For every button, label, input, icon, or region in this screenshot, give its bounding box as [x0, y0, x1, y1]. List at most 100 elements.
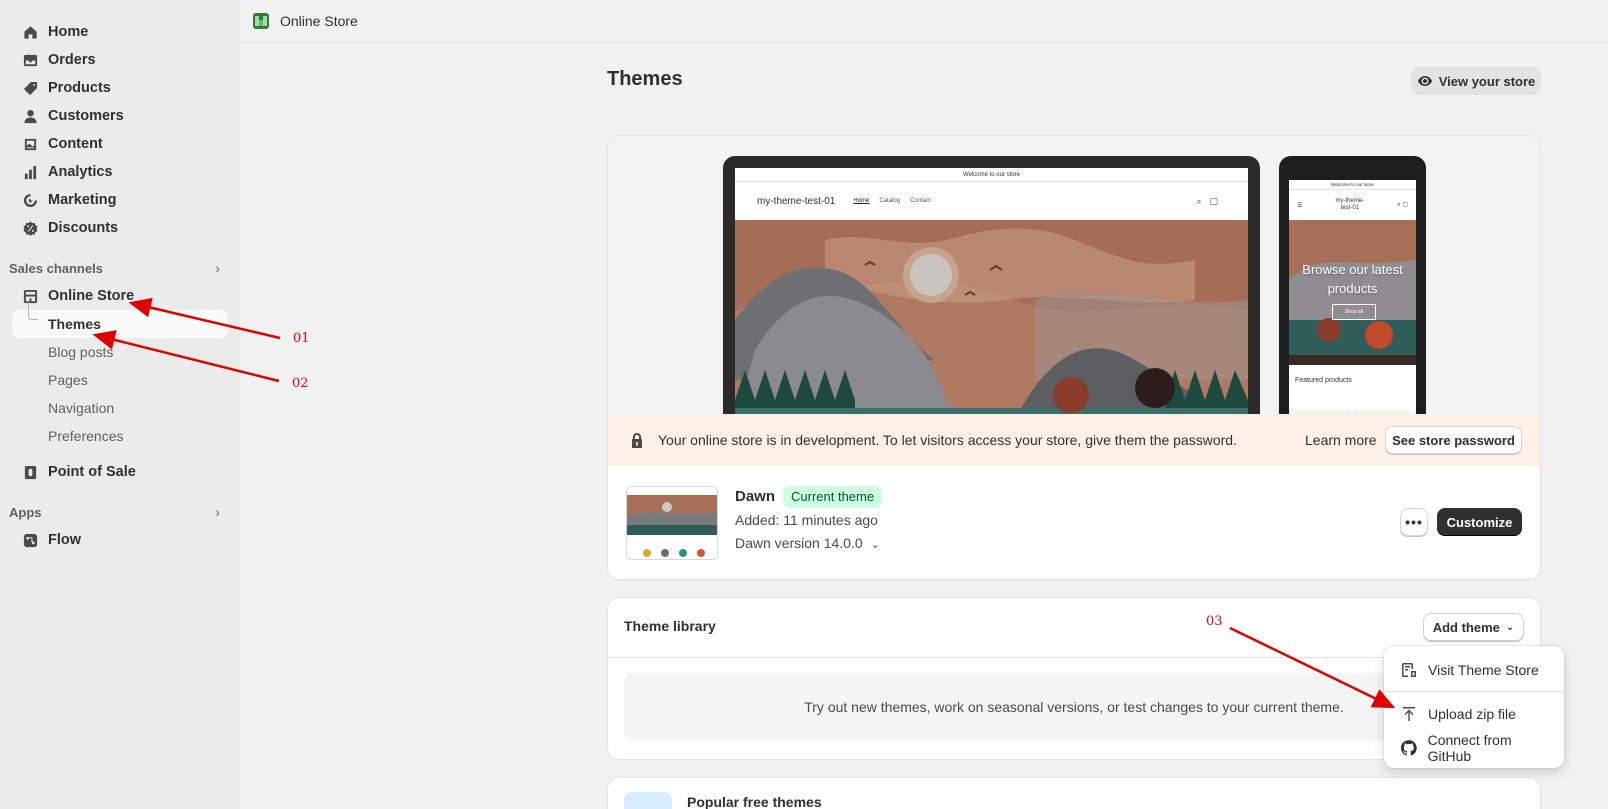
sidebar-item-customers[interactable]: Customers [0, 102, 240, 130]
sidebar-item-label: Discounts [48, 220, 119, 236]
sidebar-item-discounts[interactable]: Discounts [0, 214, 240, 242]
current-theme-row: Dawn Current theme Added: 11 minutes ago… [608, 466, 1540, 579]
breadcrumb-title[interactable]: Online Store [280, 13, 358, 29]
inbox-icon [22, 52, 38, 68]
sidebar-subitem-blog-posts[interactable]: Blog posts [0, 338, 240, 366]
view-store-label: View your store [1438, 73, 1536, 89]
mobile-preview: Welcome to our store ☰ my-theme-test-01 … [1279, 156, 1426, 414]
chevron-down-icon: ⌄ [870, 539, 880, 551]
sidebar: Home Orders Products Customers Content A… [0, 0, 240, 809]
section-label: Apps [9, 504, 42, 520]
chevron-right-icon: › [215, 504, 220, 520]
sidebar-item-point-of-sale[interactable]: Point of Sale [0, 458, 240, 486]
sidebar-item-label: Marketing [48, 192, 117, 208]
sidebar-item-label: Online Store [48, 288, 135, 304]
theme-added-time: Added: 11 minutes ago [735, 512, 878, 528]
current-theme-badge: Current theme [783, 486, 883, 508]
sidebar-item-flow[interactable]: Flow [0, 526, 240, 554]
hero-illustration [735, 220, 1248, 414]
sidebar-item-analytics[interactable]: Analytics [0, 158, 240, 186]
menu-item-upload-zip[interactable]: Upload zip file [1392, 698, 1556, 730]
sidebar-item-content[interactable]: Content [0, 130, 240, 158]
person-icon [22, 108, 38, 124]
sidebar-item-marketing[interactable]: Marketing [0, 186, 240, 214]
theme-name: Dawn [735, 488, 776, 505]
breadcrumb-bar: Online Store [240, 0, 1608, 43]
desktop-brand: my-theme-test-01 [757, 195, 836, 207]
desktop-screen: Welcome to our store my-theme-test-01 Ho… [735, 168, 1248, 414]
mobile-shop-all-button: Shop all [1332, 304, 1376, 320]
menu-item-label: Upload zip file [1428, 706, 1516, 722]
sidebar-item-orders[interactable]: Orders [0, 46, 240, 74]
menu-item-visit-theme-store[interactable]: Visit Theme Store [1392, 654, 1556, 686]
add-theme-button[interactable]: Add theme ⌄ [1423, 613, 1524, 641]
learn-more-link[interactable]: Learn more [1305, 432, 1377, 448]
popular-themes-icon [624, 792, 672, 809]
sidebar-item-label: Point of Sale [48, 464, 136, 480]
popular-themes-title: Popular free themes [687, 794, 822, 809]
mobile-announcement: Welcome to our store [1289, 180, 1416, 190]
online-store-logo-icon [253, 13, 269, 29]
mobile-brand-line: my-theme- [1335, 198, 1365, 204]
menu-divider [1384, 691, 1564, 692]
discount-icon [22, 220, 38, 236]
sidebar-subitem-navigation[interactable]: Navigation [0, 394, 240, 422]
menu-item-label: Visit Theme Store [1428, 662, 1539, 678]
image-icon [22, 136, 38, 152]
sidebar-item-label: Content [48, 136, 103, 152]
mobile-featured-heading: Featured products [1295, 377, 1352, 384]
sidebar-subitem-pages[interactable]: Pages [0, 366, 240, 394]
mobile-hero: Browse our latest products Shop all [1289, 220, 1416, 365]
add-theme-label: Add theme [1432, 619, 1500, 635]
chevron-down-icon: ⌄ [1505, 621, 1515, 633]
mobile-brand-line: test-01 [1340, 205, 1360, 211]
theme-library-title: Theme library [624, 618, 716, 634]
development-banner: Your online store is in development. To … [608, 414, 1540, 466]
theme-version-toggle[interactable]: Dawn version 14.0.0 ⌄ [735, 535, 880, 551]
sidebar-subitem-label: Themes [48, 316, 101, 332]
sidebar-item-label: Home [48, 24, 89, 40]
page-title: Themes [607, 68, 683, 90]
tree-connector [28, 302, 38, 320]
see-store-password-button[interactable]: See store password [1385, 426, 1522, 454]
upload-icon [1403, 707, 1415, 721]
sidebar-item-home[interactable]: Home [0, 18, 240, 46]
sidebar-item-label: Flow [48, 532, 82, 548]
theme-thumbnail[interactable] [626, 486, 718, 560]
sidebar-subitem-label: Blog posts [48, 344, 114, 360]
apps-header[interactable]: Apps › [0, 498, 240, 526]
mobile-store-nav: ☰ my-theme-test-01 ⌕ ▢ [1289, 190, 1416, 220]
annotation-label-01: 01 [293, 331, 310, 346]
desktop-store-nav: my-theme-test-01 Home Catalog Contact ⌕▢ [735, 182, 1248, 220]
desktop-nav-link: Catalog [879, 198, 901, 204]
search-cart-icons: ⌕▢ [1196, 195, 1226, 206]
current-theme-card: Welcome to our store my-theme-test-01 Ho… [607, 135, 1541, 580]
sidebar-subitem-preferences[interactable]: Preferences [0, 422, 240, 450]
github-icon [1400, 740, 1417, 756]
add-theme-menu: Visit Theme Store Upload zip file Connec… [1384, 646, 1564, 768]
annotation-label-03: 03 [1206, 614, 1223, 629]
theme-preview[interactable]: Welcome to our store my-theme-test-01 Ho… [608, 136, 1540, 414]
more-actions-button[interactable]: ••• [1400, 508, 1428, 536]
desktop-announcement: Welcome to our store [735, 168, 1248, 182]
eye-icon [1417, 76, 1432, 86]
sidebar-item-label: Orders [48, 52, 96, 68]
sales-channels-header[interactable]: Sales channels › [0, 254, 240, 282]
view-store-button[interactable]: View your store [1411, 67, 1541, 95]
chevron-right-icon: › [215, 260, 220, 276]
sidebar-item-products[interactable]: Products [0, 74, 240, 102]
theme-store-icon [1402, 663, 1416, 677]
sidebar-subitem-label: Navigation [48, 400, 115, 416]
search-cart-icons: ⌕ ▢ [1397, 202, 1408, 208]
tag-icon [22, 80, 38, 96]
sidebar-item-label: Products [48, 80, 111, 96]
sidebar-item-label: Analytics [48, 164, 113, 180]
customize-button[interactable]: Customize [1437, 508, 1522, 536]
popular-themes-card: Popular free themes [607, 777, 1541, 809]
mobile-screen: Welcome to our store ☰ my-theme-test-01 … [1289, 180, 1416, 414]
desktop-nav-link: Home [853, 198, 870, 204]
home-icon [22, 24, 38, 40]
menu-item-connect-github[interactable]: Connect from GitHub [1392, 732, 1556, 764]
mobile-brand: my-theme-test-01 [1302, 198, 1397, 212]
sidebar-subitem-themes[interactable]: Themes [12, 302, 228, 338]
